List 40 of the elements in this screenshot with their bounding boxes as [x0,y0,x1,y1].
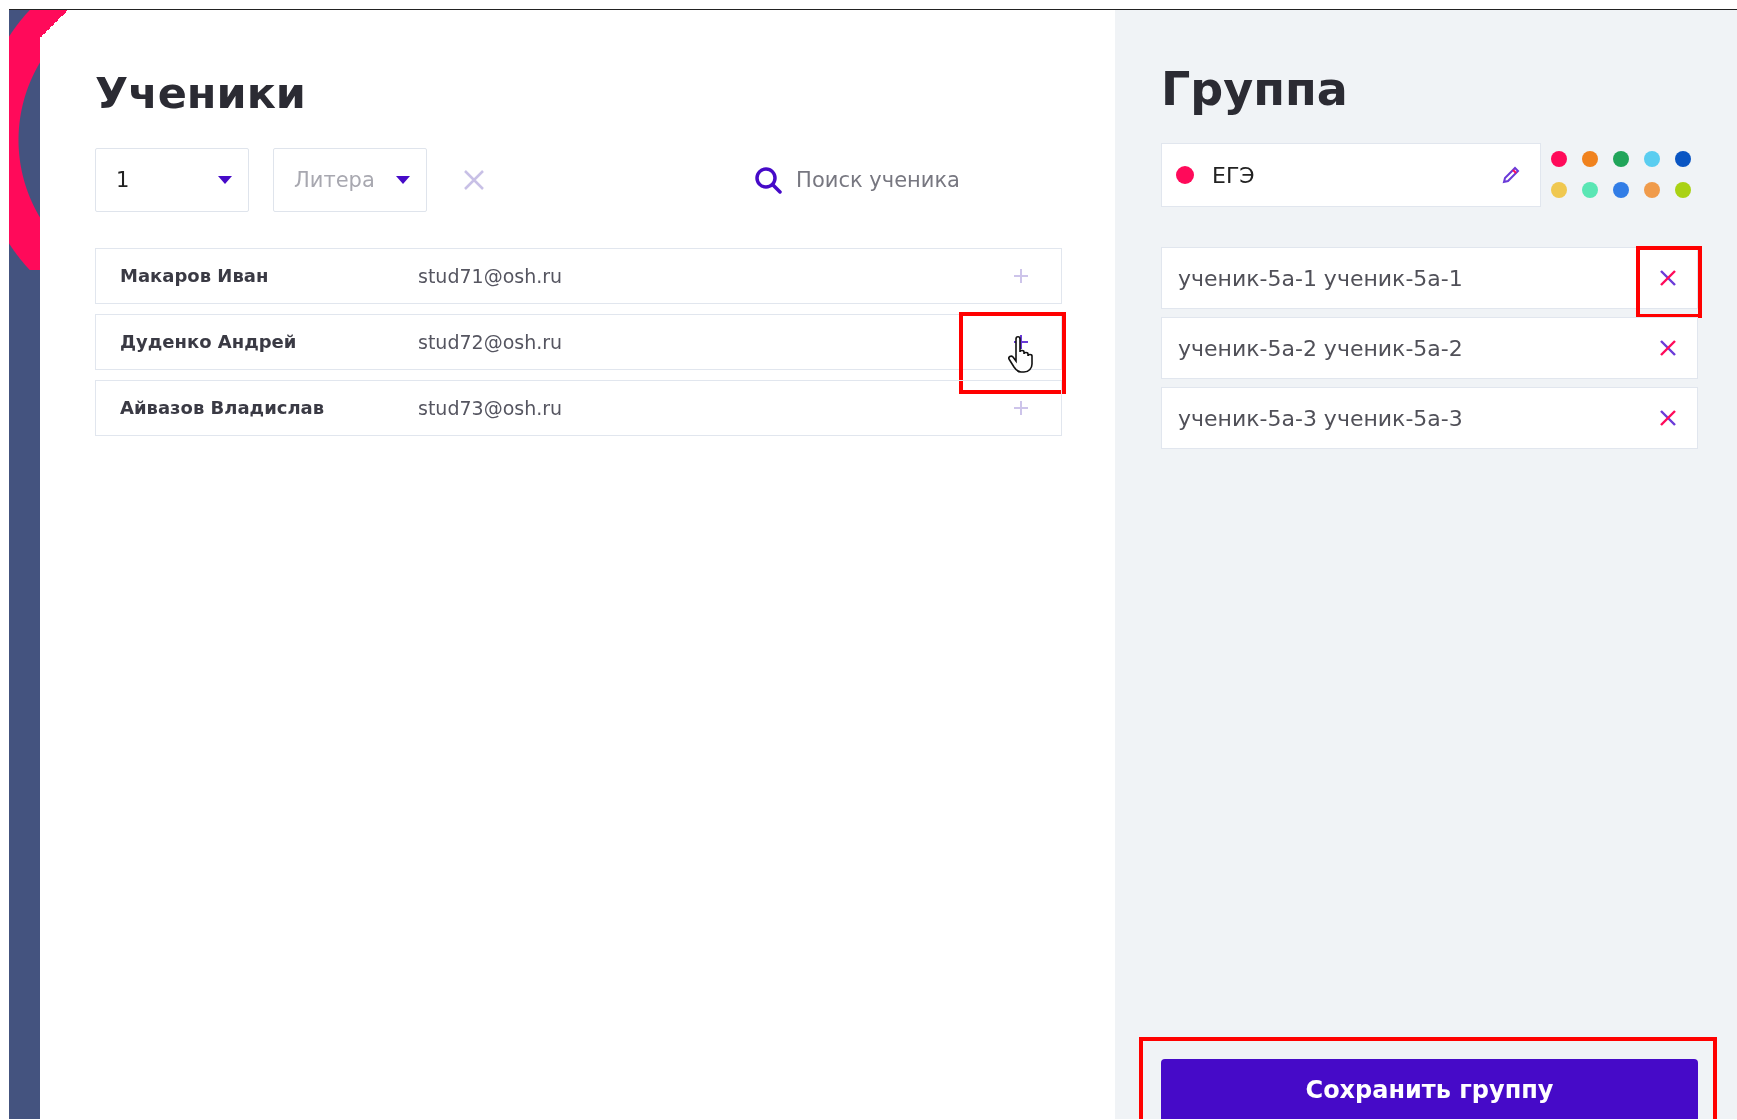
palette-color[interactable] [1644,151,1660,168]
search-icon [754,165,783,194]
close-icon [1659,269,1677,288]
clear-icon[interactable] [463,168,485,191]
student-name: Макаров Иван [119,265,270,287]
student-row[interactable]: Дуденко Андрей stud72@osh.ru [95,313,1062,370]
save-group-button[interactable]: Сохранить группу [1161,1059,1698,1119]
plus-icon [1013,399,1029,416]
member-name: ученик-5а-2 ученик-5а-2 [1178,335,1464,361]
close-icon [1659,339,1677,358]
close-icon [1659,409,1677,428]
palette-color[interactable] [1551,182,1567,199]
plus-icon [1013,333,1029,350]
palette-color[interactable] [1613,182,1629,199]
palette-color[interactable] [1582,151,1598,168]
student-row[interactable]: Айвазов Владислав stud73@osh.ru [95,379,1062,436]
search-field[interactable]: Поиск ученика [796,167,960,192]
palette-color[interactable] [1644,182,1660,199]
member-name: ученик-5а-1 ученик-5а-1 [1178,265,1464,291]
palette-color[interactable] [1675,182,1691,199]
palette-color[interactable] [1675,151,1691,168]
student-name: Айвазов Владислав [119,397,326,419]
palette-color[interactable] [1582,182,1598,199]
student-email: stud72@osh.ru [418,330,563,353]
student-row[interactable]: Макаров Иван stud71@osh.ru [95,247,1062,304]
group-name: ЕГЭ [1212,162,1256,188]
grade-select[interactable]: 1 [95,147,249,212]
palette-color[interactable] [1613,151,1629,168]
caret-icon [396,175,410,184]
group-name-field[interactable]: ЕГЭ [1161,143,1541,208]
caret-icon [218,175,232,184]
student-email: stud71@osh.ru [418,264,563,287]
student-name: Дуденко Андрей [119,331,298,353]
group-title: Группа [1161,62,1349,118]
student-email: stud73@osh.ru [418,396,563,419]
students-title: Ученики [95,68,307,120]
plus-icon [1013,267,1029,284]
member-name: ученик-5а-3 ученик-5а-3 [1178,405,1464,431]
pencil-icon[interactable] [1502,166,1520,185]
palette-color[interactable] [1551,151,1567,168]
